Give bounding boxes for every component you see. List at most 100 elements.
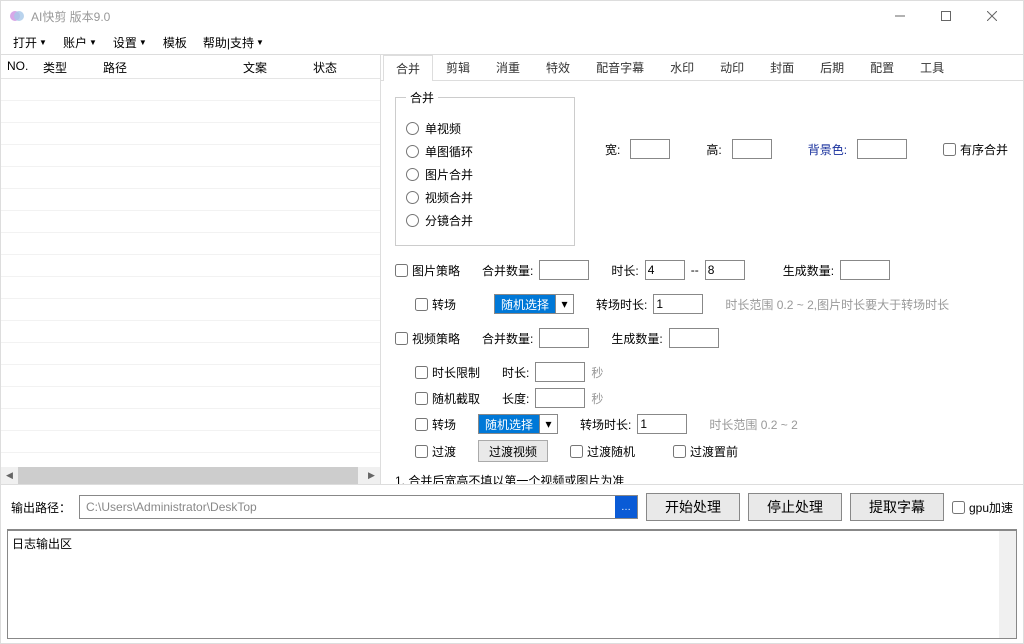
tab-bar: 合并 剪辑 消重 特效 配音字幕 水印 动印 封面 后期 配置 工具 [381,55,1023,81]
scroll-right-icon[interactable]: ▶ [363,467,380,484]
output-path-box: … [79,495,638,519]
col-copy[interactable]: 文案 [237,55,307,78]
img-strategy-check[interactable]: 图片策略 [395,262,460,279]
tab-post[interactable]: 后期 [807,54,857,80]
width-input[interactable] [630,139,670,159]
fade-check[interactable]: 过渡 [415,443,456,460]
radio-scene-merge[interactable]: 分镜合并 [406,212,564,229]
vid-gen-count-input[interactable] [669,328,719,348]
trans-dur-label: 转场时长: [596,296,647,313]
chevron-down-icon: ▼ [39,38,47,47]
merge-panel: 合并 单视频 单图循环 图片合并 视频合并 分镜合并 宽: 高: 背景色: [381,81,1023,484]
table-header: NO. 类型 路径 文案 状态 [1,55,380,79]
img-transition-combo[interactable]: 随机选择 ▾ [494,294,574,314]
v-scrollbar[interactable] [999,531,1016,638]
main-split: NO. 类型 路径 文案 状态 ◀ ▶ 合并 剪辑 消重 特效 [1,55,1023,484]
duration-label: 时长: [611,262,638,279]
dur-limit-check[interactable]: 时长限制 [415,364,480,381]
chevron-down-icon[interactable]: ▾ [539,415,557,433]
rand-cut-len-input[interactable] [535,388,585,408]
tab-cover[interactable]: 封面 [757,54,807,80]
rand-cut-check[interactable]: 随机截取 [415,390,480,407]
col-no[interactable]: NO. [1,55,37,78]
merge-count-label: 合并数量: [482,262,533,279]
menu-help[interactable]: 帮助|支持▼ [195,32,272,53]
vid-trans-dur-input[interactable] [637,414,687,434]
tab-dedup[interactable]: 消重 [483,54,533,80]
img-gen-count-input[interactable] [840,260,890,280]
scroll-thumb[interactable] [18,467,358,484]
window-title: AI快剪 版本9.0 [31,8,877,25]
output-path-input[interactable] [80,496,615,518]
fade-front-check[interactable]: 过渡置前 [673,443,738,460]
browse-button[interactable]: … [615,496,637,518]
h-scrollbar[interactable]: ◀ ▶ [1,467,380,484]
stop-button[interactable]: 停止处理 [748,493,842,521]
right-pane: 合并 剪辑 消重 特效 配音字幕 水印 动印 封面 后期 配置 工具 合并 单视… [381,55,1023,484]
radio-img-merge[interactable]: 图片合并 [406,166,564,183]
tab-config[interactable]: 配置 [857,54,907,80]
tab-watermark[interactable]: 水印 [657,54,707,80]
col-status[interactable]: 状态 [307,55,367,78]
gpu-accel-check[interactable]: gpu加速 [952,499,1013,516]
output-bar: 输出路径： … 开始处理 停止处理 提取字幕 gpu加速 [1,484,1023,529]
radio-single-video[interactable]: 单视频 [406,120,564,137]
radio-video-merge[interactable]: 视频合并 [406,189,564,206]
log-textarea[interactable] [7,530,1017,639]
merge-type-group: 合并 单视频 单图循环 图片合并 视频合并 分镜合并 [395,89,575,246]
menu-settings[interactable]: 设置▼ [105,32,155,53]
menu-open[interactable]: 打开▼ [5,32,55,53]
height-label: 高: [706,141,721,158]
start-button[interactable]: 开始处理 [646,493,740,521]
vid-trans-hint: 时长范围 0.2 ~ 2 [709,416,797,433]
img-dur-a-input[interactable] [645,260,685,280]
file-table: NO. 类型 路径 文案 状态 [1,55,380,467]
col-type[interactable]: 类型 [37,55,97,78]
img-transition-check[interactable]: 转场 [415,296,456,313]
menu-bar: 打开▼ 账户▼ 设置▼ 模板 帮助|支持▼ [1,31,1023,55]
app-icon [9,8,25,24]
menu-account[interactable]: 账户▼ [55,32,105,53]
radio-single-img-loop[interactable]: 单图循环 [406,143,564,160]
chevron-down-icon[interactable]: ▾ [555,295,573,313]
dur-limit-input[interactable] [535,362,585,382]
vid-transition-combo[interactable]: 随机选择 ▾ [478,414,558,434]
maximize-button[interactable] [923,1,969,31]
menu-template[interactable]: 模板 [155,32,195,53]
fade-video-button[interactable]: 过渡视频 [478,440,548,462]
chevron-down-icon: ▼ [256,38,264,47]
img-trans-dur-input[interactable] [653,294,703,314]
fade-random-check[interactable]: 过渡随机 [570,443,635,460]
bgcolor-link[interactable]: 背景色: [808,141,847,158]
tab-tool[interactable]: 工具 [907,54,957,80]
col-path[interactable]: 路径 [97,55,237,78]
vid-transition-check[interactable]: 转场 [415,416,456,433]
close-button[interactable] [969,1,1015,31]
gen-count-label: 生成数量: [783,262,834,279]
vid-strategy-check[interactable]: 视频策略 [395,330,460,347]
merge-group-legend: 合并 [406,89,438,106]
tab-dub[interactable]: 配音字幕 [583,54,657,80]
vid-merge-count-input[interactable] [539,328,589,348]
table-body[interactable] [1,79,380,467]
title-bar: AI快剪 版本9.0 [1,1,1023,31]
img-merge-count-input[interactable] [539,260,589,280]
scroll-left-icon[interactable]: ◀ [1,467,18,484]
merge-notes: 1. 合并后宽高不填以第一个视频或图片为准 2. 分镜合并最大合成数量计算方法:… [395,472,1009,484]
tab-merge[interactable]: 合并 [383,55,433,81]
img-dur-b-input[interactable] [705,260,745,280]
img-trans-hint: 时长范围 0.2 ~ 2,图片时长要大于转场时长 [725,296,949,313]
width-label: 宽: [605,141,620,158]
tab-motion[interactable]: 动印 [707,54,757,80]
chevron-down-icon: ▼ [89,38,97,47]
height-input[interactable] [732,139,772,159]
extract-sub-button[interactable]: 提取字幕 [850,493,944,521]
tab-cut[interactable]: 剪辑 [433,54,483,80]
bgcolor-input[interactable] [857,139,907,159]
chevron-down-icon: ▼ [139,38,147,47]
ordered-merge-check[interactable]: 有序合并 [943,141,1008,158]
log-area [7,529,1017,639]
tab-effect[interactable]: 特效 [533,54,583,80]
minimize-button[interactable] [877,1,923,31]
left-pane: NO. 类型 路径 文案 状态 ◀ ▶ [1,55,381,484]
